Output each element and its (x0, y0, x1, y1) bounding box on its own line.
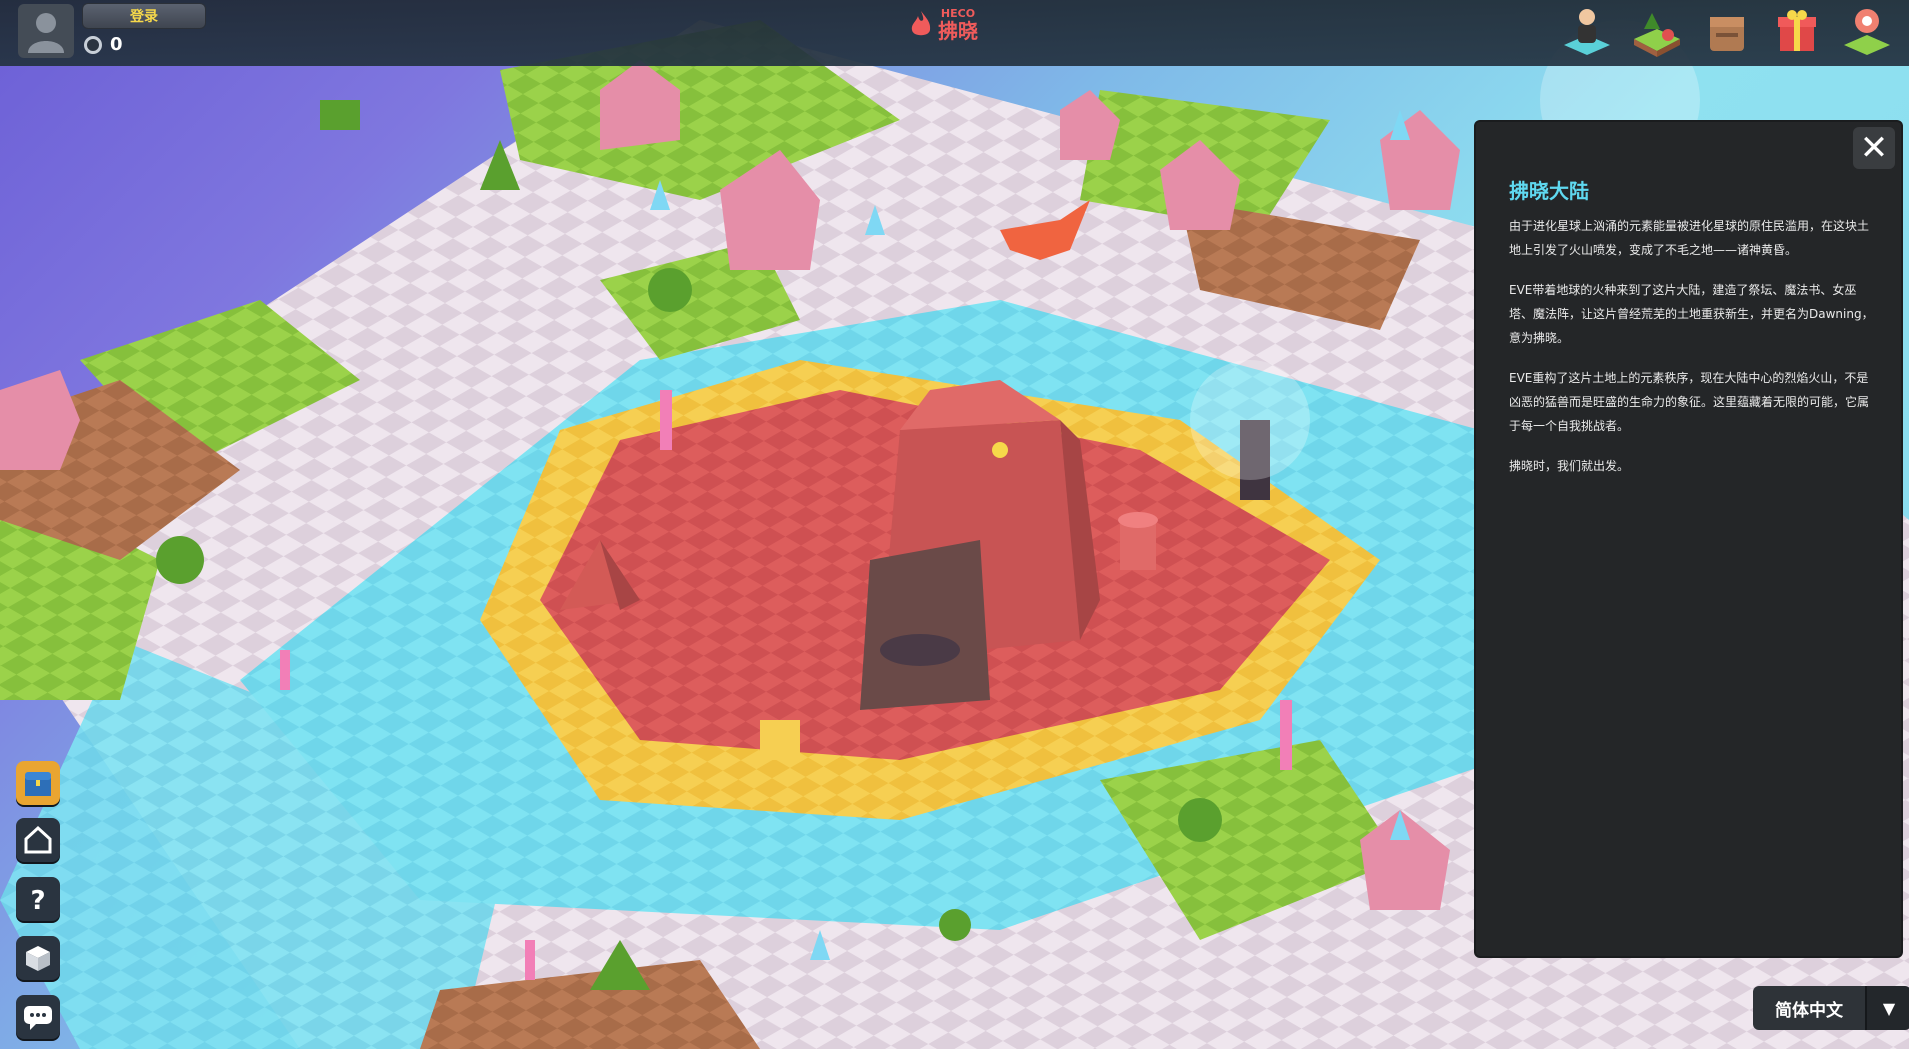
login-button[interactable]: 登录 (82, 3, 206, 29)
gift-box-icon-art (1778, 10, 1816, 51)
panel-title: 拂晓大陆 (1509, 179, 1589, 203)
character-icon[interactable] (1559, 2, 1615, 60)
close-icon: ✕ (1859, 128, 1889, 168)
panel-paragraph: 由于进化星球上汹涌的元素能量被进化星球的原住民滥用，在这块土地上引发了火山喷发，… (1509, 219, 1870, 257)
close-button[interactable]: ✕ (1853, 127, 1895, 169)
panel-paragraph: EVE重构了这片土地上的元素秩序，现在大陆中心的烈焰火山，不是凶恶的猛兽而是旺盛… (1509, 371, 1870, 433)
coin-balance: 0 (84, 34, 123, 55)
treasure-chest-button[interactable] (16, 761, 60, 805)
user-avatar[interactable] (18, 4, 74, 58)
chat-icon (24, 1006, 52, 1030)
panel-paragraph: EVE带着地球的火种来到了这片大陆，建造了祭坛、魔法书、女巫塔、魔法阵，让这片曾… (1509, 283, 1874, 345)
coin-icon (84, 35, 102, 54)
brand-name: 拂晓 (938, 19, 978, 43)
chat-button[interactable] (16, 995, 60, 1039)
cube-icon (26, 946, 50, 971)
location-pin-icon[interactable] (1839, 2, 1895, 60)
language-label[interactable]: 简体中文 (1753, 986, 1865, 1030)
user-silhouette-icon (28, 13, 64, 53)
character-icon-art (1564, 9, 1610, 55)
language-selector[interactable]: 简体中文 ▼ (1753, 986, 1909, 1030)
land-map-icon-art (1634, 13, 1680, 57)
cube-button[interactable] (16, 936, 60, 980)
coin-count: 0 (110, 34, 123, 55)
backpack-icon-art (1710, 17, 1744, 51)
top-icon-bar (1559, 2, 1895, 60)
backpack-icon[interactable] (1699, 2, 1755, 60)
help-question-icon: ? (30, 886, 45, 914)
svg-text:?: ? (30, 886, 45, 914)
treasure-chest-icon (25, 772, 51, 796)
land-map-icon[interactable] (1629, 2, 1685, 60)
gift-box-icon[interactable] (1769, 2, 1825, 60)
brand-logo: HECO 拂晓 (910, 8, 978, 42)
help-button[interactable]: ? (16, 877, 60, 921)
home-icon (24, 825, 52, 854)
info-panel: ✕ 拂晓大陆 由于进化星球上汹涌的元素能量被进化星球的原住民滥用，在这块土地上引… (1476, 122, 1901, 956)
panel-body: 由于进化星球上汹涌的元素能量被进化星球的原住民滥用，在这块土地上引发了火山喷发，… (1509, 214, 1874, 494)
home-button[interactable] (16, 818, 60, 862)
flame-icon (911, 11, 931, 36)
panel-paragraph: 拂晓时，我们就出发。 (1509, 459, 1630, 473)
chevron-down-icon[interactable]: ▼ (1865, 986, 1909, 1030)
location-pin-icon-art (1844, 9, 1890, 55)
